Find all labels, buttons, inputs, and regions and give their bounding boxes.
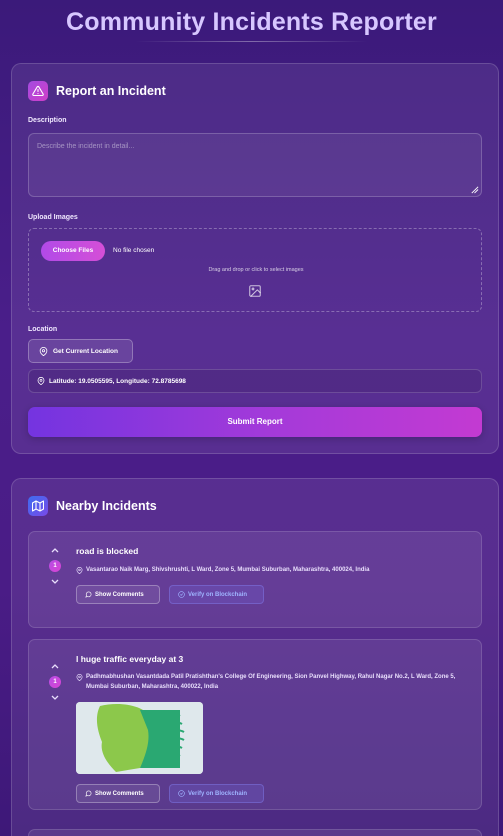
verify-label: Verify on Blockchain bbox=[188, 591, 248, 598]
file-status: No file chosen bbox=[113, 247, 155, 254]
nearby-header: Nearby Incidents bbox=[28, 496, 157, 516]
incident-address: Padhmabhushan Vasantdada Patil Pratishth… bbox=[76, 672, 456, 692]
message-circle-icon bbox=[85, 790, 92, 797]
dropzone-hint: Drag and drop or click to select images bbox=[208, 267, 304, 273]
show-comments-label: Show Comments bbox=[95, 790, 144, 797]
map-pin-icon bbox=[76, 567, 83, 574]
description-placeholder: Describe the incident in detail... bbox=[37, 143, 135, 150]
alert-triangle-icon bbox=[28, 81, 48, 101]
map-icon bbox=[28, 496, 48, 516]
get-location-button[interactable]: Get Current Location bbox=[28, 339, 133, 363]
image-dropzone[interactable]: Choose Files No file chosen Drag and dro… bbox=[28, 228, 482, 312]
message-circle-icon bbox=[85, 591, 92, 598]
incident-card: 1 road is blocked Vasantarao Naik Marg, … bbox=[28, 531, 482, 628]
choose-files-button[interactable]: Choose Files bbox=[41, 241, 105, 261]
resize-handle-icon[interactable] bbox=[470, 185, 479, 194]
title-divider bbox=[136, 41, 367, 42]
incident-title: road is blocked bbox=[76, 546, 139, 556]
location-label: Location bbox=[28, 326, 58, 333]
incident-actions: Show Comments Verify on Blockchain bbox=[76, 585, 264, 604]
show-comments-button[interactable]: Show Comments bbox=[76, 784, 160, 803]
verify-blockchain-button[interactable]: Verify on Blockchain bbox=[169, 585, 264, 604]
vote-count: 1 bbox=[49, 676, 61, 688]
map-pin-icon bbox=[37, 377, 45, 385]
submit-report-button[interactable]: Submit Report bbox=[28, 407, 482, 437]
report-card: Report an Incident Description Describe … bbox=[11, 63, 499, 454]
verify-label: Verify on Blockchain bbox=[188, 790, 248, 797]
report-heading: Report an Incident bbox=[56, 84, 166, 98]
chevron-down-icon[interactable] bbox=[49, 693, 61, 703]
incident-address-text: Padhmabhushan Vasantdada Patil Pratishth… bbox=[86, 674, 456, 690]
coordinates-display: Latitude: 19.0505595, Longitude: 72.8785… bbox=[28, 369, 482, 393]
incident-address-text: Vasantarao Naik Marg, Shivshrushti, L Wa… bbox=[86, 567, 370, 573]
incident-actions: Show Comments Verify on Blockchain bbox=[76, 784, 264, 803]
image-icon bbox=[249, 285, 261, 297]
incident-card bbox=[28, 829, 482, 836]
get-location-label: Get Current Location bbox=[53, 347, 119, 355]
check-circle-icon bbox=[178, 790, 185, 797]
coordinates-text: Latitude: 19.0505595, Longitude: 72.8785… bbox=[49, 377, 186, 385]
incident-image[interactable] bbox=[76, 702, 203, 774]
vote-count: 1 bbox=[49, 560, 61, 572]
incident-address: Vasantarao Naik Marg, Shivshrushti, L Wa… bbox=[76, 565, 456, 575]
description-input[interactable]: Describe the incident in detail... bbox=[28, 133, 482, 197]
chevron-down-icon[interactable] bbox=[49, 577, 61, 587]
vote-control: 1 bbox=[49, 661, 61, 703]
check-circle-icon bbox=[178, 591, 185, 598]
incident-card: 1 l huge traffic everyday at 3 Padhmabhu… bbox=[28, 639, 482, 810]
vote-control: 1 bbox=[49, 545, 61, 587]
verify-blockchain-button[interactable]: Verify on Blockchain bbox=[169, 784, 264, 803]
incident-title: l huge traffic everyday at 3 bbox=[76, 654, 184, 664]
upload-label: Upload Images bbox=[28, 214, 78, 221]
show-comments-button[interactable]: Show Comments bbox=[76, 585, 160, 604]
nearby-card: Nearby Incidents 1 road is blocked Vasan… bbox=[11, 478, 499, 836]
show-comments-label: Show Comments bbox=[95, 591, 144, 598]
nearby-heading: Nearby Incidents bbox=[56, 499, 157, 513]
chevron-up-icon[interactable] bbox=[49, 545, 61, 555]
chevron-up-icon[interactable] bbox=[49, 661, 61, 671]
page-title: Community Incidents Reporter bbox=[66, 8, 437, 36]
map-pin-icon bbox=[39, 346, 48, 356]
description-label: Description bbox=[28, 117, 67, 124]
map-pin-icon bbox=[76, 674, 83, 681]
report-header: Report an Incident bbox=[28, 81, 166, 101]
